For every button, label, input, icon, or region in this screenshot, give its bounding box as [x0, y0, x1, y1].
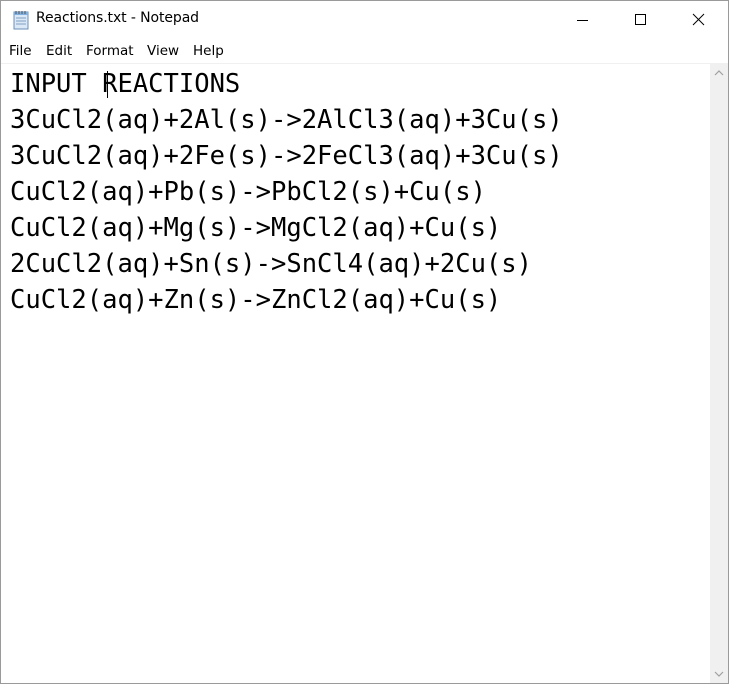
- close-button[interactable]: [670, 1, 728, 39]
- text-caret: [107, 71, 108, 98]
- vertical-scrollbar[interactable]: [710, 64, 728, 683]
- menu-file[interactable]: File: [9, 43, 32, 59]
- text-line[interactable]: 2CuCl2(aq)+Sn(s)->SnCl4(aq)+2Cu(s): [10, 246, 532, 282]
- text-line[interactable]: CuCl2(aq)+Mg(s)->MgCl2(aq)+Cu(s): [10, 210, 501, 246]
- minimize-icon: [577, 20, 588, 21]
- window-title: Reactions.txt - Notepad: [36, 10, 199, 26]
- text-line[interactable]: 3CuCl2(aq)+2Al(s)->2AlCl3(aq)+3Cu(s): [10, 102, 563, 138]
- menu-edit[interactable]: Edit: [46, 43, 72, 59]
- menu-bar: File Edit Format View Help: [1, 39, 728, 63]
- minimize-button[interactable]: [554, 1, 612, 39]
- text-line[interactable]: CuCl2(aq)+Zn(s)->ZnCl2(aq)+Cu(s): [10, 282, 501, 318]
- menu-format[interactable]: Format: [86, 43, 134, 59]
- scroll-down-arrow-icon: [714, 671, 724, 677]
- title-bar[interactable]: Reactions.txt - Notepad: [1, 1, 728, 39]
- scroll-down-button[interactable]: [710, 666, 728, 683]
- text-line[interactable]: 3CuCl2(aq)+2Fe(s)->2FeCl3(aq)+3Cu(s): [10, 138, 563, 174]
- notepad-icon[interactable]: [12, 10, 30, 30]
- scroll-up-button[interactable]: [710, 64, 728, 81]
- text-editor[interactable]: INPUT REACTIONS 3CuCl2(aq)+2Al(s)->2AlCl…: [1, 64, 710, 683]
- maximize-button[interactable]: [612, 1, 670, 39]
- menu-view[interactable]: View: [147, 43, 179, 59]
- text-line[interactable]: CuCl2(aq)+Pb(s)->PbCl2(s)+Cu(s): [10, 174, 486, 210]
- notepad-window: Reactions.txt - Notepad File Edit Format…: [0, 0, 729, 684]
- scroll-up-arrow-icon: [714, 70, 724, 76]
- close-icon: [692, 13, 705, 26]
- menu-help[interactable]: Help: [193, 43, 224, 59]
- text-line[interactable]: INPUT REACTIONS: [10, 66, 240, 102]
- maximize-icon: [635, 14, 646, 25]
